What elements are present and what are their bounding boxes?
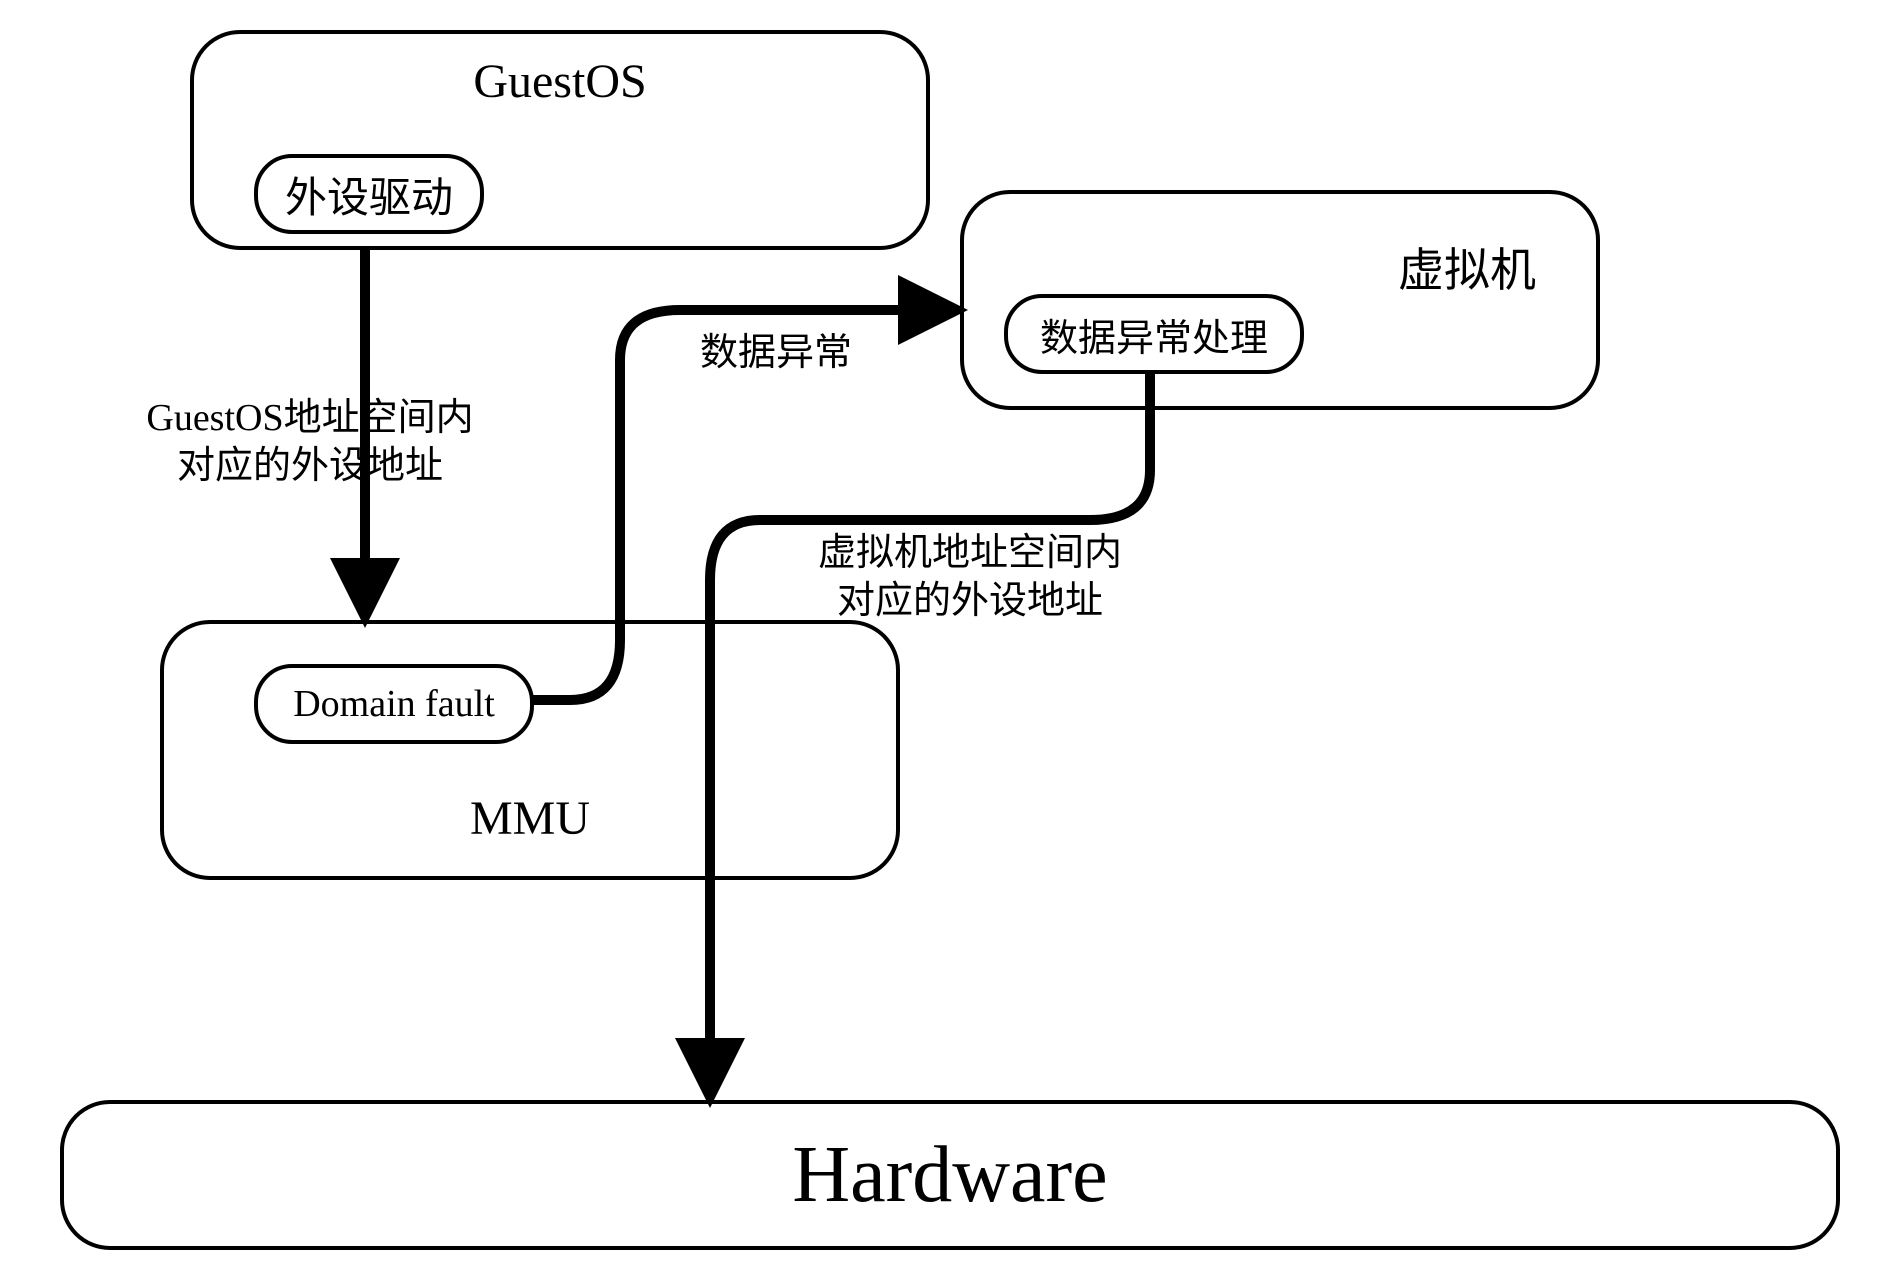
hardware-box: Hardware: [60, 1100, 1840, 1250]
guestos-title: GuestOS: [194, 54, 926, 109]
mmu-inner-fault: Domain fault: [254, 664, 534, 744]
vm-title: 虚拟机: [1398, 234, 1536, 300]
edge-label-vm-hardware: 虚拟机地址空间内 对应的外设地址: [740, 530, 1200, 625]
guestos-box: GuestOS 外设驱动: [190, 30, 930, 250]
guestos-inner-label: 外设驱动: [285, 164, 453, 225]
vm-inner-label: 数据异常处理: [1040, 307, 1268, 362]
edge-label-guestos-mmu: GuestOS地址空间内 对应的外设地址: [90, 395, 530, 490]
mmu-box: Domain fault MMU: [160, 620, 900, 880]
guestos-inner-driver: 外设驱动: [254, 154, 484, 234]
hardware-title: Hardware: [792, 1130, 1107, 1221]
edge-label-mmu-vm: 数据异常: [700, 330, 852, 378]
mmu-title: MMU: [164, 791, 896, 846]
vm-box: 虚拟机 数据异常处理: [960, 190, 1600, 410]
vm-inner-handler: 数据异常处理: [1004, 294, 1304, 374]
mmu-inner-label: Domain fault: [293, 682, 495, 726]
